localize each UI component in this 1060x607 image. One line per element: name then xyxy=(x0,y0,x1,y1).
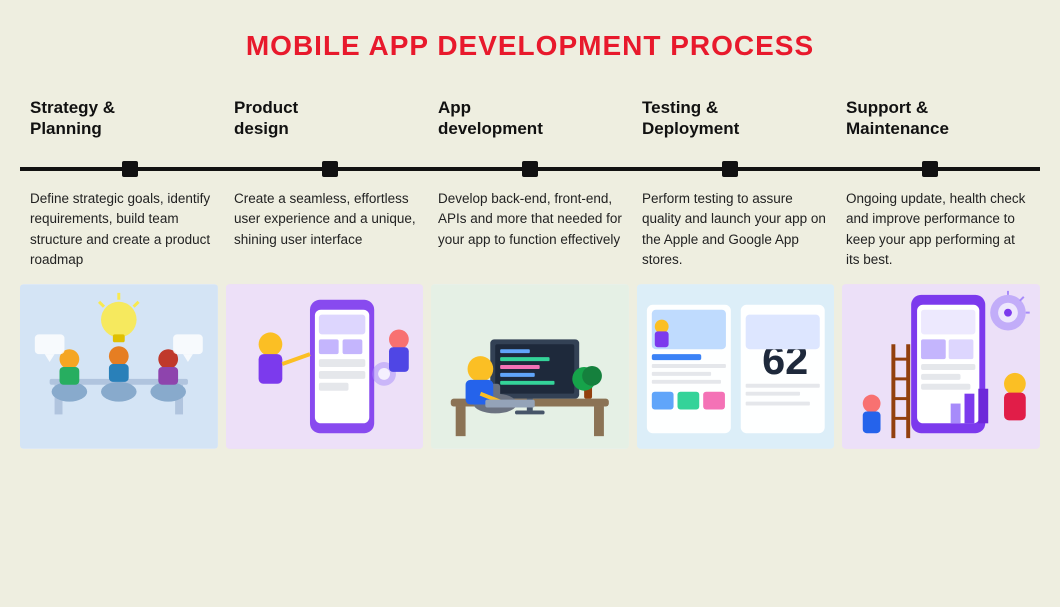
page-title: MOBILE APP DEVELOPMENT PROCESS xyxy=(246,30,814,62)
step-desc-testing: Perform testing to assure quality and la… xyxy=(632,189,836,270)
timeline-dots xyxy=(20,161,1040,177)
titles-row: Strategy &Planning Productdesign Appdeve… xyxy=(20,97,1040,161)
step-title-product: Productdesign xyxy=(234,97,418,149)
step-col-testing: Testing &Deployment xyxy=(632,97,836,161)
step-desc-appdev: Develop back-end, front-end, APIs and mo… xyxy=(428,189,632,270)
step-desc-support: Ongoing update, health check and improve… xyxy=(836,189,1040,270)
appdev-svg xyxy=(431,284,629,449)
testing-image: 62 xyxy=(637,284,835,449)
strategy-image xyxy=(20,284,218,449)
step-desc-strategy: Define strategic goals, identify require… xyxy=(20,189,224,270)
descriptions-row: Define strategic goals, identify require… xyxy=(20,189,1040,270)
step-col-appdev: Appdevelopment xyxy=(428,97,632,161)
timeline-dot-5 xyxy=(922,161,938,177)
step-desc-product: Create a seamless, effortless user exper… xyxy=(224,189,428,270)
step-col-product: Productdesign xyxy=(224,97,428,161)
timeline-dot-3 xyxy=(522,161,538,177)
appdev-image xyxy=(431,284,629,449)
testing-svg: 62 xyxy=(637,284,835,449)
strategy-svg xyxy=(20,284,218,449)
process-container: Strategy &Planning Productdesign Appdeve… xyxy=(20,97,1040,449)
step-title-appdev: Appdevelopment xyxy=(438,97,622,149)
step-title-testing: Testing &Deployment xyxy=(642,97,826,149)
step-col-strategy: Strategy &Planning xyxy=(20,97,224,161)
step-title-support: Support &Maintenance xyxy=(846,97,1030,149)
support-image xyxy=(842,284,1040,449)
images-row: 62 xyxy=(20,284,1040,449)
step-title-strategy: Strategy &Planning xyxy=(30,97,214,149)
support-svg xyxy=(842,284,1040,449)
timeline-dot-4 xyxy=(722,161,738,177)
step-col-support: Support &Maintenance xyxy=(836,97,1040,161)
timeline-row xyxy=(20,161,1040,177)
product-svg xyxy=(226,284,424,449)
product-image xyxy=(226,284,424,449)
timeline-dot-2 xyxy=(322,161,338,177)
timeline-dot-1 xyxy=(122,161,138,177)
